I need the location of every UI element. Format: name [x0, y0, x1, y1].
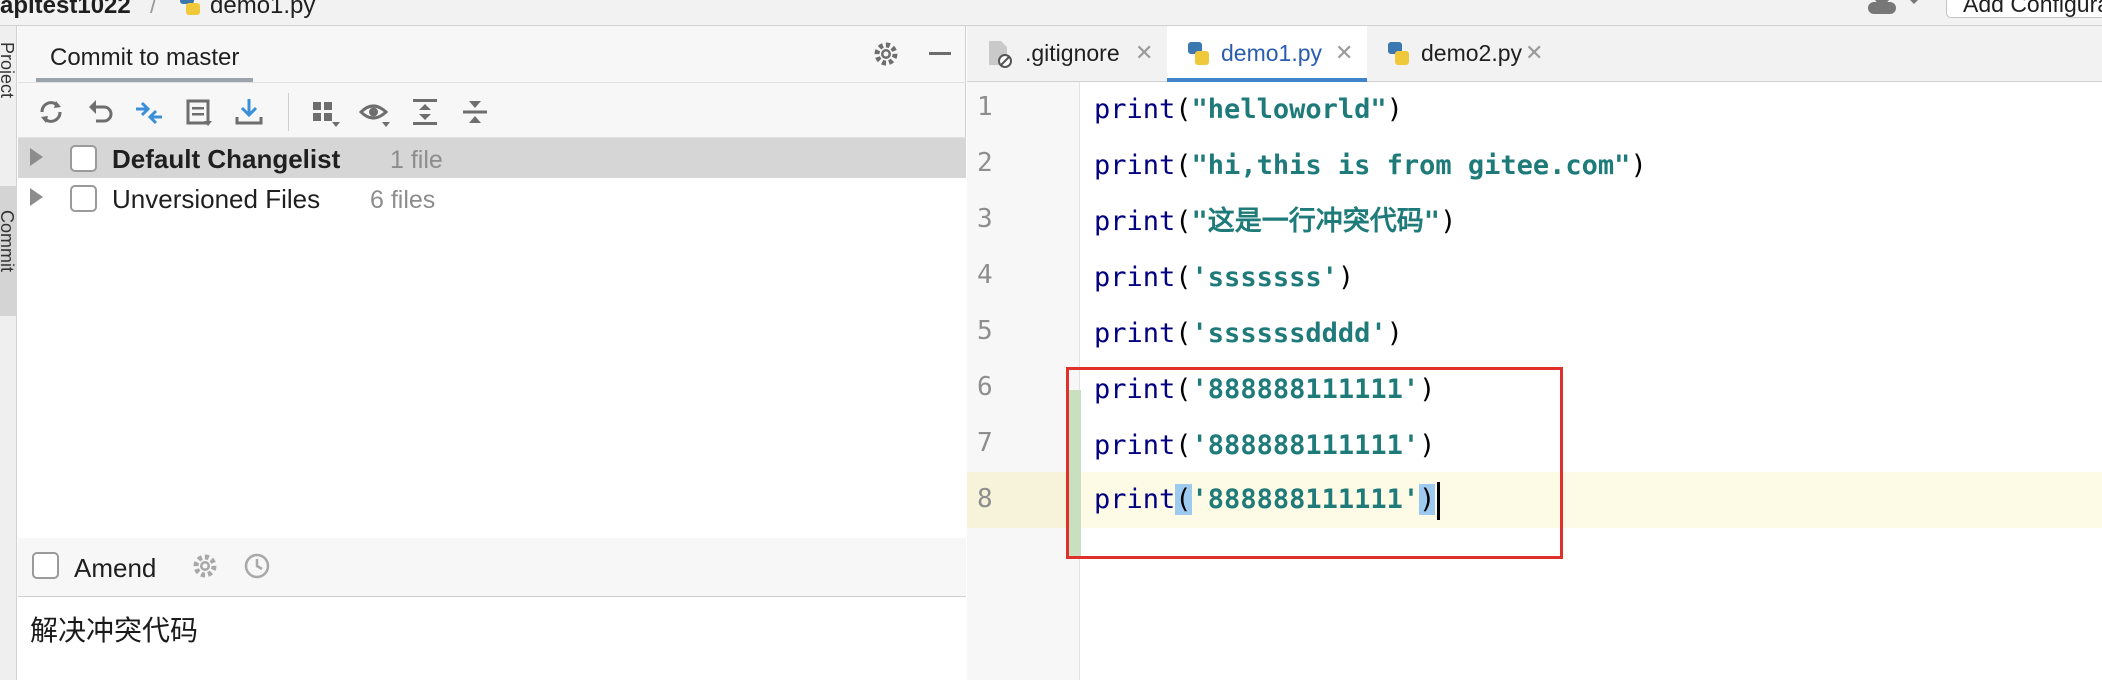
code-line-4[interactable]: print('sssssss'): [1094, 250, 1354, 306]
line-number: 5: [977, 316, 993, 346]
changelist-default[interactable]: Default Changelist 1 file: [18, 138, 966, 178]
commit-tool-tab[interactable]: Commit: [0, 186, 17, 316]
code-line-5[interactable]: print('ssssssdddd'): [1094, 306, 1403, 362]
gear-icon[interactable]: [872, 40, 900, 73]
keyword: print: [1094, 262, 1176, 293]
commit-message-field[interactable]: 解决冲突代码: [18, 596, 966, 680]
tab-demo2[interactable]: demo2.py ✕: [1367, 26, 1567, 82]
changes-tree: Default Changelist 1 file Unversioned Fi…: [18, 138, 966, 538]
commit-history-clock-icon[interactable]: [242, 551, 272, 586]
paren: (: [1175, 150, 1192, 181]
paren: ): [1440, 206, 1457, 237]
minimize-icon[interactable]: [926, 40, 954, 73]
line-number: 1: [977, 92, 993, 122]
line-number: 6: [977, 372, 993, 402]
editor-tab-bar: .gitignore ✕ demo1.py ✕ demo2.py ✕: [967, 26, 2102, 82]
line-number-gutter[interactable]: 1 2 3 4 5 6 7 8: [967, 82, 1081, 680]
navigation-bar: apitest1022 / demo1.py Add Configuration…: [0, 0, 2102, 26]
code-editor: .gitignore ✕ demo1.py ✕ demo2.py ✕ 1 2 3…: [967, 26, 2102, 680]
python-file-icon: [178, 0, 204, 21]
paren: (: [1175, 262, 1192, 293]
commit-options-gear-icon[interactable]: [190, 551, 220, 586]
amend-checkbox[interactable]: [32, 552, 59, 579]
tab-label: demo1.py: [1221, 40, 1323, 66]
changelist-checkbox[interactable]: [70, 145, 97, 172]
line-number: 8: [977, 484, 993, 514]
update-icon[interactable]: [232, 95, 266, 129]
keyword: print: [1094, 318, 1176, 349]
changelist-checkbox[interactable]: [70, 185, 97, 212]
expand-arrow-icon[interactable]: [30, 148, 43, 166]
code-line-1[interactable]: print("helloworld"): [1094, 82, 1403, 138]
code-line-2[interactable]: print("hi,this is from gitee.com"): [1094, 138, 1647, 194]
paren: ): [1630, 150, 1647, 181]
close-icon[interactable]: ✕: [1335, 40, 1353, 66]
commit-toolbar: [18, 82, 966, 138]
tool-window-strip: Project Commit: [0, 26, 17, 680]
line-number: 4: [977, 260, 993, 290]
string-literal: 'ssssssdddd': [1191, 318, 1387, 349]
breadcrumb-project[interactable]: apitest1022: [0, 0, 131, 20]
changelist-name: Default Changelist: [112, 144, 341, 174]
tab-demo1[interactable]: demo1.py ✕: [1167, 26, 1367, 82]
paren: (: [1175, 318, 1192, 349]
breadcrumb-separator: /: [150, 0, 157, 19]
string-literal: "hi,this is from gitee.com": [1191, 150, 1631, 181]
keyword: print: [1094, 94, 1176, 125]
view-options-icon[interactable]: [358, 95, 392, 129]
string-literal: "helloworld": [1191, 94, 1387, 125]
annotation-highlight-box: [1066, 367, 1563, 559]
expand-arrow-icon[interactable]: [30, 188, 43, 206]
shelve-icon[interactable]: [182, 95, 216, 129]
user-icon[interactable]: [1866, 0, 1926, 19]
line-number: 3: [977, 204, 993, 234]
tab-label: .gitignore: [1025, 40, 1120, 66]
paren: ): [1386, 94, 1403, 125]
paren: (: [1175, 94, 1192, 125]
python-file-icon: [1185, 39, 1213, 74]
close-icon[interactable]: ✕: [1135, 40, 1153, 66]
tab-label: demo2.py: [1421, 40, 1523, 66]
changelist-name: Unversioned Files: [112, 184, 321, 214]
project-tool-tab[interactable]: Project: [0, 42, 17, 98]
string-literal: "这是一行冲突代码": [1191, 206, 1441, 237]
changelist-file-count: 6 files: [370, 186, 436, 214]
gitignore-file-icon: [985, 39, 1013, 74]
paren: ): [1386, 318, 1403, 349]
changelist-unversioned[interactable]: Unversioned Files 6 files: [18, 178, 966, 218]
keyword: print: [1094, 150, 1176, 181]
rollback-icon[interactable]: [84, 95, 118, 129]
commit-message-text: 解决冲突代码: [30, 615, 199, 646]
add-configuration-button[interactable]: Add Configuration...: [1946, 0, 2102, 18]
commit-panel-header: Commit to master: [18, 26, 966, 82]
paren: ): [1337, 262, 1355, 293]
line-number: 2: [977, 148, 993, 178]
breadcrumb-file[interactable]: demo1.py: [210, 0, 315, 20]
tab-gitignore[interactable]: .gitignore ✕: [967, 26, 1167, 82]
amend-label[interactable]: Amend: [74, 553, 156, 584]
line-number: 7: [977, 428, 993, 458]
refresh-icon[interactable]: [34, 95, 68, 129]
commit-panel: Commit to master Default Changelist 1 fi…: [18, 26, 966, 680]
commit-panel-title[interactable]: Commit to master: [36, 34, 254, 82]
toolbar-separator: [288, 93, 289, 131]
group-by-icon[interactable]: [308, 95, 342, 129]
diff-icon[interactable]: [132, 95, 166, 129]
python-file-icon: [1385, 39, 1413, 74]
collapse-all-icon[interactable]: [458, 95, 492, 129]
expand-all-icon[interactable]: [408, 95, 442, 129]
changelist-file-count: 1 file: [390, 146, 443, 174]
close-icon[interactable]: ✕: [1525, 40, 1543, 66]
string-literal: 'sssssss': [1191, 262, 1338, 293]
code-line-3[interactable]: print("这是一行冲突代码"): [1094, 194, 1456, 250]
keyword: print: [1094, 206, 1176, 237]
amend-bar: Amend: [18, 538, 966, 596]
paren: (: [1175, 206, 1192, 237]
